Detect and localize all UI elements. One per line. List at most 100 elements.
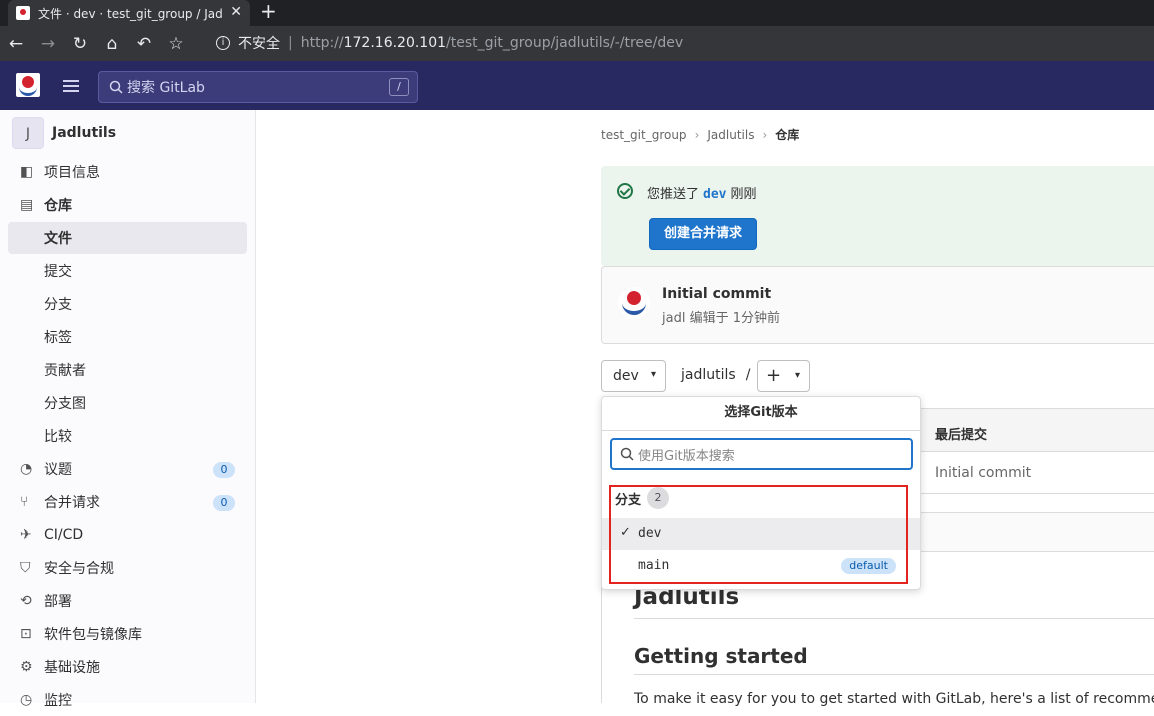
breadcrumb: test_git_group › Jadlutils › 仓库	[601, 126, 799, 143]
new-tab-icon[interactable]: +	[260, 0, 277, 22]
sidebar-item-label: 比较	[44, 429, 72, 445]
sidebar-item-label: 监控	[44, 693, 72, 709]
annotation-highlight-box	[609, 485, 908, 584]
alert-message: 您推送了 dev 刚刚	[647, 183, 757, 202]
ref-search-input[interactable]: 使用Git版本搜索	[610, 438, 913, 470]
add-to-tree-button[interactable]: + ▾	[757, 360, 810, 392]
sidebar-item-branches[interactable]: 分支	[8, 288, 247, 320]
divider	[634, 618, 1154, 619]
breadcrumb-project[interactable]: Jadlutils	[707, 128, 754, 142]
sidebar-item-repository[interactable]: ▤ 仓库	[8, 189, 247, 221]
sidebar-item-label: 软件包与镜像库	[44, 627, 142, 643]
issues-icon: ◔	[20, 461, 33, 477]
sidebar-item-packages[interactable]: ⊡ 软件包与镜像库	[8, 618, 247, 650]
sidebar-item-infrastructure[interactable]: ⚙ 基础设施	[8, 651, 247, 683]
project-avatar: J	[12, 117, 44, 149]
rocket-icon: ✈	[20, 527, 32, 543]
close-tab-icon[interactable]: ✕	[230, 4, 242, 20]
cloud-gear-icon: ⚙	[20, 659, 33, 675]
last-commit-column-header: 最后提交	[935, 428, 988, 443]
last-commit-panel: Initial commit jadl 编辑于 1分钟前	[601, 266, 1154, 344]
sidebar-item-compare[interactable]: 比较	[8, 420, 247, 452]
sidebar-item-label: 标签	[44, 330, 72, 346]
sidebar-item-label: 分支图	[44, 396, 86, 412]
forward-icon[interactable]: →	[32, 34, 64, 54]
sidebar-item-merge-requests[interactable]: ⑂ 合并请求 0	[8, 486, 247, 518]
sidebar-item-label: 提交	[44, 264, 72, 280]
security-label: 不安全	[238, 36, 280, 52]
search-icon	[109, 80, 123, 94]
search-shortcut-key: /	[389, 78, 409, 96]
deployments-icon: ⟲	[20, 593, 32, 609]
hamburger-menu-icon[interactable]	[63, 80, 79, 92]
undo-icon[interactable]: ↶	[128, 34, 160, 54]
push-alert: 您推送了 dev 刚刚 创建合并请求	[601, 166, 1154, 266]
project-name: Jadlutils	[52, 125, 117, 141]
breadcrumb-current[interactable]: 仓库	[775, 126, 799, 143]
sidebar-item-label: 安全与合规	[44, 561, 114, 577]
reload-icon[interactable]: ↻	[64, 34, 96, 54]
info-icon: ◧	[20, 164, 34, 180]
site-info-icon[interactable]: i	[216, 36, 230, 50]
search-input[interactable]: 搜索 GitLab /	[98, 71, 418, 103]
sidebar-item-security[interactable]: ⛉ 安全与合规	[8, 552, 247, 584]
create-merge-request-button[interactable]: 创建合并请求	[649, 218, 757, 250]
sidebar-item-label: 分支	[44, 297, 72, 313]
sidebar-item-files[interactable]: 文件	[8, 222, 247, 254]
sidebar-item-contributors[interactable]: 贡献者	[8, 354, 247, 386]
sidebar-item-label: CI/CD	[44, 527, 84, 543]
home-icon[interactable]: ⌂	[96, 34, 128, 54]
shield-icon: ⛉	[20, 560, 31, 576]
bookmark-star-icon[interactable]: ☆	[160, 34, 192, 54]
browser-tab[interactable]: 文件 · dev · test_git_group / Jad ✕	[8, 0, 250, 26]
sidebar-item-label: 贡献者	[44, 363, 86, 379]
commit-title[interactable]: Initial commit	[662, 286, 771, 302]
sidebar-item-issues[interactable]: ◔ 议题 0	[8, 453, 247, 485]
project-header[interactable]: J Jadlutils	[12, 117, 116, 149]
sidebar-item-label: 项目信息	[44, 165, 100, 181]
path-separator: /	[745, 367, 751, 383]
gitlab-logo-icon[interactable]	[16, 73, 40, 97]
browser-tab-bar: 文件 · dev · test_git_group / Jad ✕ +	[0, 0, 1154, 26]
url-scheme: http://	[300, 35, 344, 51]
address-separator: |	[288, 35, 293, 51]
sidebar-item-label: 文件	[44, 231, 72, 247]
sidebar-item-commits[interactable]: 提交	[8, 255, 247, 287]
sidebar-item-tags[interactable]: 标签	[8, 321, 247, 353]
gitlab-favicon-icon	[16, 6, 30, 20]
merge-request-icon: ⑂	[20, 494, 29, 510]
breadcrumb-group[interactable]: test_git_group	[601, 128, 687, 142]
author-avatar[interactable]	[618, 287, 650, 319]
divider	[634, 674, 1154, 675]
repo-path-root[interactable]: jadlutils	[681, 367, 736, 383]
check-circle-icon	[617, 183, 633, 199]
browser-toolbar: ← → ↻ ⌂ ↶ ☆ i 不安全 | http://172.16.20.101…	[0, 26, 1154, 61]
sidebar-item-graph[interactable]: 分支图	[8, 387, 247, 419]
back-icon[interactable]: ←	[0, 34, 32, 54]
monitor-icon: ◷	[20, 692, 33, 708]
search-icon	[620, 447, 634, 461]
url-path: /test_git_group/jadlutils/-/tree/dev	[446, 35, 684, 51]
commit-meta: jadl 编辑于 1分钟前	[662, 311, 780, 326]
alert-suffix: 刚刚	[730, 187, 757, 202]
sidebar-item-label: 仓库	[44, 198, 72, 214]
sidebar-item-deployments[interactable]: ⟲ 部署	[8, 585, 247, 617]
search-placeholder: 搜索 GitLab	[127, 80, 205, 96]
row-last-commit[interactable]: Initial commit	[935, 465, 1031, 481]
sidebar-item-label: 议题	[44, 462, 72, 478]
sidebar-item-label: 部署	[44, 594, 72, 610]
sidebar-item-monitor[interactable]: ◷ 监控	[8, 684, 247, 716]
readme-paragraph: To make it easy for you to get started w…	[634, 691, 1154, 707]
repo-path: jadlutils /	[681, 367, 750, 383]
ref-selector-button[interactable]: dev ▾	[601, 360, 666, 392]
url-host: 172.16.20.101	[343, 35, 447, 51]
alert-prefix: 您推送了	[647, 187, 700, 202]
breadcrumb-chevron-icon: ›	[762, 127, 768, 142]
sidebar-item-project-info[interactable]: ◧ 项目信息	[8, 156, 247, 188]
alert-branch-link[interactable]: dev	[703, 187, 726, 202]
sidebar-item-cicd[interactable]: ✈ CI/CD	[8, 519, 247, 551]
document-icon: ▤	[20, 197, 34, 213]
address-bar[interactable]: i 不安全 | http://172.16.20.101/test_git_gr…	[200, 28, 1154, 58]
dropdown-title: 选择Git版本	[602, 397, 920, 431]
breadcrumb-chevron-icon: ›	[694, 127, 700, 142]
